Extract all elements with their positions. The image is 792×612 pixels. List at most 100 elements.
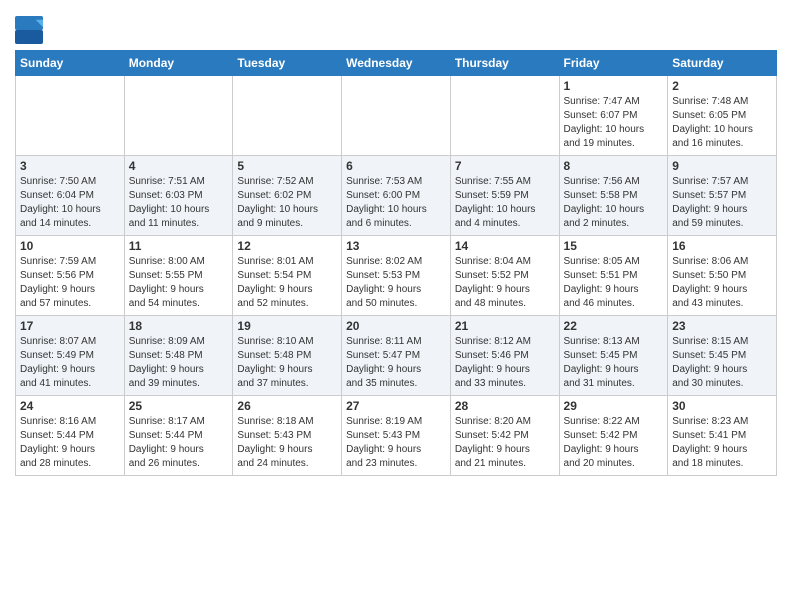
day-number: 14 [455, 239, 555, 253]
day-info: Sunrise: 7:48 AM Sunset: 6:05 PM Dayligh… [672, 95, 772, 151]
day-number: 13 [346, 239, 446, 253]
day-number: 29 [564, 399, 664, 413]
day-info: Sunrise: 8:16 AM Sunset: 5:44 PM Dayligh… [20, 415, 120, 471]
calendar-week-row: 3Sunrise: 7:50 AM Sunset: 6:04 PM Daylig… [16, 156, 777, 236]
day-info: Sunrise: 8:09 AM Sunset: 5:48 PM Dayligh… [129, 335, 229, 391]
day-number: 17 [20, 319, 120, 333]
day-info: Sunrise: 8:22 AM Sunset: 5:42 PM Dayligh… [564, 415, 664, 471]
calendar-cell: 21 Sunrise: 8:12 AM Sunset: 5:46 PM Dayli… [450, 316, 559, 396]
calendar-table: SundayMondayTuesdayWednesdayThursdayFrid… [15, 50, 777, 476]
day-number: 3 [20, 159, 120, 173]
calendar-week-row: 24Sunrise: 8:16 AM Sunset: 5:44 PM Dayli… [16, 396, 777, 476]
day-number: 6 [346, 159, 446, 173]
day-number: 7 [455, 159, 555, 173]
calendar-cell: 28 Sunrise: 8:20 AM Sunset: 5:42 PM Dayli… [450, 396, 559, 476]
calendar-cell [16, 76, 125, 156]
day-info: Sunrise: 8:00 AM Sunset: 5:55 PM Dayligh… [129, 255, 229, 311]
calendar-cell: 20 Sunrise: 8:11 AM Sunset: 5:47 PM Dayli… [342, 316, 451, 396]
day-number: 10 [20, 239, 120, 253]
calendar-header-row: SundayMondayTuesdayWednesdayThursdayFrid… [16, 51, 777, 76]
day-number: 27 [346, 399, 446, 413]
day-number: 28 [455, 399, 555, 413]
column-header-saturday: Saturday [668, 51, 777, 76]
day-info: Sunrise: 8:11 AM Sunset: 5:47 PM Dayligh… [346, 335, 446, 391]
column-header-monday: Monday [124, 51, 233, 76]
day-info: Sunrise: 8:02 AM Sunset: 5:53 PM Dayligh… [346, 255, 446, 311]
calendar-cell: 8 Sunrise: 7:56 AM Sunset: 5:58 PM Daylig… [559, 156, 668, 236]
page-header [15, 10, 777, 44]
day-info: Sunrise: 7:59 AM Sunset: 5:56 PM Dayligh… [20, 255, 120, 311]
day-info: Sunrise: 8:07 AM Sunset: 5:49 PM Dayligh… [20, 335, 120, 391]
calendar-cell: 24Sunrise: 8:16 AM Sunset: 5:44 PM Dayli… [16, 396, 125, 476]
column-header-friday: Friday [559, 51, 668, 76]
calendar-week-row: 10 Sunrise: 7:59 AM Sunset: 5:56 PM Dayli… [16, 236, 777, 316]
calendar-cell: 23 Sunrise: 8:15 AM Sunset: 5:45 PM Dayli… [668, 316, 777, 396]
day-info: Sunrise: 8:13 AM Sunset: 5:45 PM Dayligh… [564, 335, 664, 391]
calendar-cell: 19 Sunrise: 8:10 AM Sunset: 5:48 PM Dayli… [233, 316, 342, 396]
day-number: 21 [455, 319, 555, 333]
day-number: 1 [564, 79, 664, 93]
day-number: 23 [672, 319, 772, 333]
calendar-cell: 15 Sunrise: 8:05 AM Sunset: 5:51 PM Dayli… [559, 236, 668, 316]
calendar-cell: 30Sunrise: 8:23 AM Sunset: 5:41 PM Dayli… [668, 396, 777, 476]
calendar-cell: 11 Sunrise: 8:00 AM Sunset: 5:55 PM Dayli… [124, 236, 233, 316]
day-number: 5 [237, 159, 337, 173]
calendar-week-row: 1 Sunrise: 7:47 AM Sunset: 6:07 PM Daylig… [16, 76, 777, 156]
day-number: 22 [564, 319, 664, 333]
column-header-thursday: Thursday [450, 51, 559, 76]
calendar-cell [124, 76, 233, 156]
calendar-cell: 27 Sunrise: 8:19 AM Sunset: 5:43 PM Dayli… [342, 396, 451, 476]
day-number: 16 [672, 239, 772, 253]
day-info: Sunrise: 8:05 AM Sunset: 5:51 PM Dayligh… [564, 255, 664, 311]
calendar-cell: 6 Sunrise: 7:53 AM Sunset: 6:00 PM Daylig… [342, 156, 451, 236]
day-info: Sunrise: 7:57 AM Sunset: 5:57 PM Dayligh… [672, 175, 772, 231]
day-number: 15 [564, 239, 664, 253]
calendar-cell: 5Sunrise: 7:52 AM Sunset: 6:02 PM Daylig… [233, 156, 342, 236]
calendar-cell: 10 Sunrise: 7:59 AM Sunset: 5:56 PM Dayli… [16, 236, 125, 316]
calendar-cell: 7 Sunrise: 7:55 AM Sunset: 5:59 PM Daylig… [450, 156, 559, 236]
day-number: 8 [564, 159, 664, 173]
calendar-cell: 2Sunrise: 7:48 AM Sunset: 6:05 PM Daylig… [668, 76, 777, 156]
day-info: Sunrise: 7:56 AM Sunset: 5:58 PM Dayligh… [564, 175, 664, 231]
calendar-week-row: 17 Sunrise: 8:07 AM Sunset: 5:49 PM Dayli… [16, 316, 777, 396]
day-info: Sunrise: 7:53 AM Sunset: 6:00 PM Dayligh… [346, 175, 446, 231]
day-number: 20 [346, 319, 446, 333]
calendar-cell: 13 Sunrise: 8:02 AM Sunset: 5:53 PM Dayli… [342, 236, 451, 316]
day-info: Sunrise: 8:17 AM Sunset: 5:44 PM Dayligh… [129, 415, 229, 471]
calendar-cell: 17 Sunrise: 8:07 AM Sunset: 5:49 PM Dayli… [16, 316, 125, 396]
day-number: 19 [237, 319, 337, 333]
day-info: Sunrise: 8:06 AM Sunset: 5:50 PM Dayligh… [672, 255, 772, 311]
day-info: Sunrise: 7:55 AM Sunset: 5:59 PM Dayligh… [455, 175, 555, 231]
calendar-cell: 16 Sunrise: 8:06 AM Sunset: 5:50 PM Dayli… [668, 236, 777, 316]
calendar-cell: 9 Sunrise: 7:57 AM Sunset: 5:57 PM Daylig… [668, 156, 777, 236]
calendar-cell: 29 Sunrise: 8:22 AM Sunset: 5:42 PM Dayli… [559, 396, 668, 476]
column-header-tuesday: Tuesday [233, 51, 342, 76]
day-info: Sunrise: 8:12 AM Sunset: 5:46 PM Dayligh… [455, 335, 555, 391]
day-info: Sunrise: 8:04 AM Sunset: 5:52 PM Dayligh… [455, 255, 555, 311]
day-info: Sunrise: 8:10 AM Sunset: 5:48 PM Dayligh… [237, 335, 337, 391]
calendar-cell: 26 Sunrise: 8:18 AM Sunset: 5:43 PM Dayli… [233, 396, 342, 476]
day-number: 18 [129, 319, 229, 333]
column-header-wednesday: Wednesday [342, 51, 451, 76]
day-info: Sunrise: 7:47 AM Sunset: 6:07 PM Dayligh… [564, 95, 664, 151]
day-number: 9 [672, 159, 772, 173]
calendar-cell: 4Sunrise: 7:51 AM Sunset: 6:03 PM Daylig… [124, 156, 233, 236]
column-header-sunday: Sunday [16, 51, 125, 76]
day-info: Sunrise: 8:15 AM Sunset: 5:45 PM Dayligh… [672, 335, 772, 391]
calendar-cell: 18 Sunrise: 8:09 AM Sunset: 5:48 PM Dayli… [124, 316, 233, 396]
day-info: Sunrise: 8:19 AM Sunset: 5:43 PM Dayligh… [346, 415, 446, 471]
calendar-cell: 12Sunrise: 8:01 AM Sunset: 5:54 PM Dayli… [233, 236, 342, 316]
day-info: Sunrise: 8:18 AM Sunset: 5:43 PM Dayligh… [237, 415, 337, 471]
logo [15, 16, 47, 44]
calendar-cell: 14 Sunrise: 8:04 AM Sunset: 5:52 PM Dayli… [450, 236, 559, 316]
logo-icon [15, 16, 43, 44]
day-info: Sunrise: 7:51 AM Sunset: 6:03 PM Dayligh… [129, 175, 229, 231]
day-info: Sunrise: 8:01 AM Sunset: 5:54 PM Dayligh… [237, 255, 337, 311]
day-number: 26 [237, 399, 337, 413]
calendar-cell: 25Sunrise: 8:17 AM Sunset: 5:44 PM Dayli… [124, 396, 233, 476]
day-number: 11 [129, 239, 229, 253]
calendar-cell [233, 76, 342, 156]
day-info: Sunrise: 8:20 AM Sunset: 5:42 PM Dayligh… [455, 415, 555, 471]
calendar-cell: 3Sunrise: 7:50 AM Sunset: 6:04 PM Daylig… [16, 156, 125, 236]
calendar-cell: 1 Sunrise: 7:47 AM Sunset: 6:07 PM Daylig… [559, 76, 668, 156]
